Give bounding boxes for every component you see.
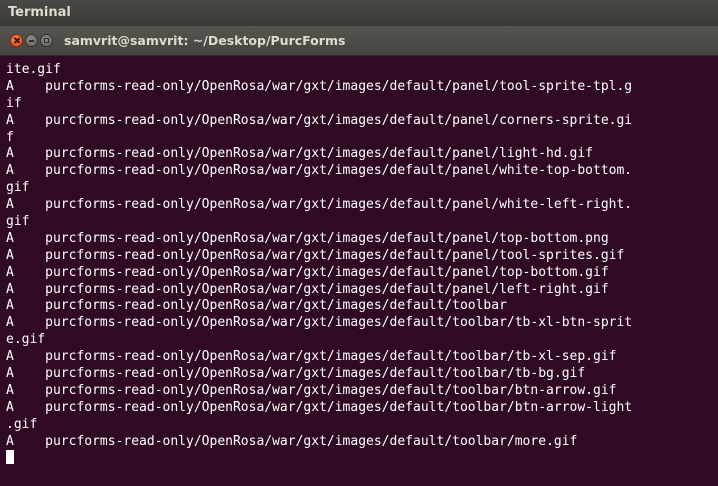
terminal-line: A purcforms-read-only/OpenRosa/war/gxt/i… — [6, 298, 507, 314]
terminal-line: A purcforms-read-only/OpenRosa/war/gxt/i… — [6, 112, 633, 128]
maximize-icon[interactable] — [40, 34, 53, 47]
close-icon[interactable] — [10, 34, 23, 47]
terminal-prompt-line[interactable] — [6, 450, 718, 467]
app-name: Terminal — [8, 5, 71, 20]
window-titlebar[interactable]: samvrit@samvrit: ~/Desktop/PurcForms — [0, 26, 718, 56]
terminal-line: A purcforms-read-only/OpenRosa/war/gxt/i… — [6, 382, 617, 398]
terminal-line: A purcforms-read-only/OpenRosa/war/gxt/i… — [6, 349, 617, 365]
terminal-line: A purcforms-read-only/OpenRosa/war/gxt/i… — [6, 146, 593, 162]
terminal-line: gif — [6, 214, 30, 230]
cursor-icon — [6, 450, 14, 465]
window-title: samvrit@samvrit: ~/Desktop/PurcForms — [64, 33, 346, 48]
terminal-line: A purcforms-read-only/OpenRosa/war/gxt/i… — [6, 315, 633, 331]
terminal-line: if — [6, 95, 22, 111]
terminal-line: f — [6, 129, 14, 145]
terminal-line: ite.gif — [6, 62, 61, 77]
terminal-line: A purcforms-read-only/OpenRosa/war/gxt/i… — [6, 264, 609, 280]
terminal-line: A purcforms-read-only/OpenRosa/war/gxt/i… — [6, 433, 578, 449]
minimize-icon[interactable] — [25, 34, 38, 47]
terminal-line: gif — [6, 180, 30, 196]
terminal-output: ite.gif A purcforms-read-only/OpenRosa/w… — [6, 62, 718, 467]
terminal-line: A purcforms-read-only/OpenRosa/war/gxt/i… — [6, 197, 633, 213]
top-panel: Terminal — [0, 0, 718, 26]
terminal-line: A purcforms-read-only/OpenRosa/war/gxt/i… — [6, 78, 633, 94]
terminal-line: e.gif — [6, 332, 46, 348]
terminal-line: A purcforms-read-only/OpenRosa/war/gxt/i… — [6, 230, 609, 246]
terminal-line: A purcforms-read-only/OpenRosa/war/gxt/i… — [6, 281, 609, 297]
terminal-line: A purcforms-read-only/OpenRosa/war/gxt/i… — [6, 366, 586, 382]
terminal-area[interactable]: ite.gif A purcforms-read-only/OpenRosa/w… — [0, 56, 718, 486]
terminal-line: A purcforms-read-only/OpenRosa/war/gxt/i… — [6, 399, 633, 415]
terminal-line: A purcforms-read-only/OpenRosa/war/gxt/i… — [6, 163, 633, 179]
terminal-line: .gif — [6, 416, 38, 432]
terminal-line: A purcforms-read-only/OpenRosa/war/gxt/i… — [6, 247, 625, 263]
